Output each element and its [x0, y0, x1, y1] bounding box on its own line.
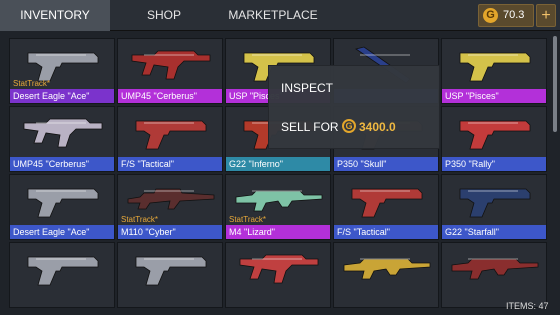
weapon-image	[27, 256, 99, 286]
weapon-image	[459, 52, 531, 82]
item-context-menu: INSPECT SELL FOR G 3400.0	[268, 65, 440, 149]
weapon-image	[459, 120, 531, 150]
coin-icon: G	[483, 8, 498, 23]
inventory-item[interactable]	[117, 242, 223, 308]
inventory-item[interactable]: G22 "Starfall"	[441, 174, 547, 240]
items-count: ITEMS: 47	[506, 301, 549, 311]
inventory-item[interactable]: UMP45 "Cerberus"	[117, 38, 223, 104]
tab-marketplace[interactable]: MARKETPLACE	[218, 0, 328, 31]
weapon-image	[131, 50, 211, 80]
item-name: F/S "Tactical"	[118, 157, 222, 171]
sell-button-label[interactable]: SELL FOR	[281, 120, 339, 134]
inventory-item[interactable]: P350 "Rally"	[441, 106, 547, 172]
inventory-item[interactable]: USP "Pisces"	[441, 38, 547, 104]
weapon-image	[343, 258, 431, 280]
tab-shop[interactable]: SHOP	[110, 0, 218, 31]
weapon-image	[27, 188, 99, 218]
item-name: P350 "Skull"	[334, 157, 438, 171]
item-name: Desert Eagle "Ace"	[10, 89, 114, 103]
inventory-item[interactable]: Desert Eagle "Ace"	[9, 174, 115, 240]
stattrak-badge: StatTrack*	[121, 215, 159, 224]
weapon-image	[351, 188, 423, 218]
currency-balance: G 70.3	[478, 4, 534, 27]
weapon-image	[23, 118, 103, 148]
item-name: Desert Eagle "Ace"	[10, 225, 114, 239]
add-currency-button[interactable]: +	[536, 4, 556, 27]
inventory-item[interactable]: F/S "Tactical"	[333, 174, 439, 240]
item-name: UMP45 "Cerberus"	[118, 89, 222, 103]
currency-amount: 70.3	[503, 9, 525, 21]
scrollbar-thumb[interactable]	[553, 36, 557, 132]
top-bar: INVENTORY SHOP MARKETPLACE G 70.3 +	[0, 0, 560, 31]
item-name: P350 "Rally"	[442, 157, 546, 171]
stattrak-badge: StatTrack*	[229, 215, 267, 224]
item-name: USP "Pisces"	[442, 89, 546, 103]
weapon-image	[239, 254, 319, 284]
inventory-item[interactable]	[9, 242, 115, 308]
tab-inventory[interactable]: INVENTORY	[0, 0, 110, 31]
inventory-item[interactable]: StatTrack* M110 "Cyber"	[117, 174, 223, 240]
inventory-item[interactable]	[225, 242, 331, 308]
item-name: UMP45 "Cerberus"	[10, 157, 114, 171]
item-name: M4 "Lizard"	[226, 225, 330, 239]
weapon-image	[459, 188, 531, 218]
inventory-item[interactable]: UMP45 "Cerberus"	[9, 106, 115, 172]
item-name: G22 "Inferno"	[226, 157, 330, 171]
weapon-image	[135, 256, 207, 286]
item-name: F/S "Tactical"	[334, 225, 438, 239]
item-name: M110 "Cyber"	[118, 225, 222, 239]
inventory-item[interactable]	[333, 242, 439, 308]
weapon-image	[135, 120, 207, 150]
inventory-item[interactable]: StatTrack* Desert Eagle "Ace"	[9, 38, 115, 104]
sell-price[interactable]: 3400.0	[359, 120, 396, 134]
inventory-item[interactable]: F/S "Tactical"	[117, 106, 223, 172]
item-name: G22 "Starfall"	[442, 225, 546, 239]
inventory-item[interactable]: StatTrack* M4 "Lizard"	[225, 174, 331, 240]
stattrak-badge: StatTrack*	[13, 79, 51, 88]
coin-icon: G	[342, 119, 356, 133]
weapon-image	[451, 258, 539, 280]
inventory-item[interactable]	[441, 242, 547, 308]
inspect-button[interactable]: INSPECT	[281, 81, 333, 95]
